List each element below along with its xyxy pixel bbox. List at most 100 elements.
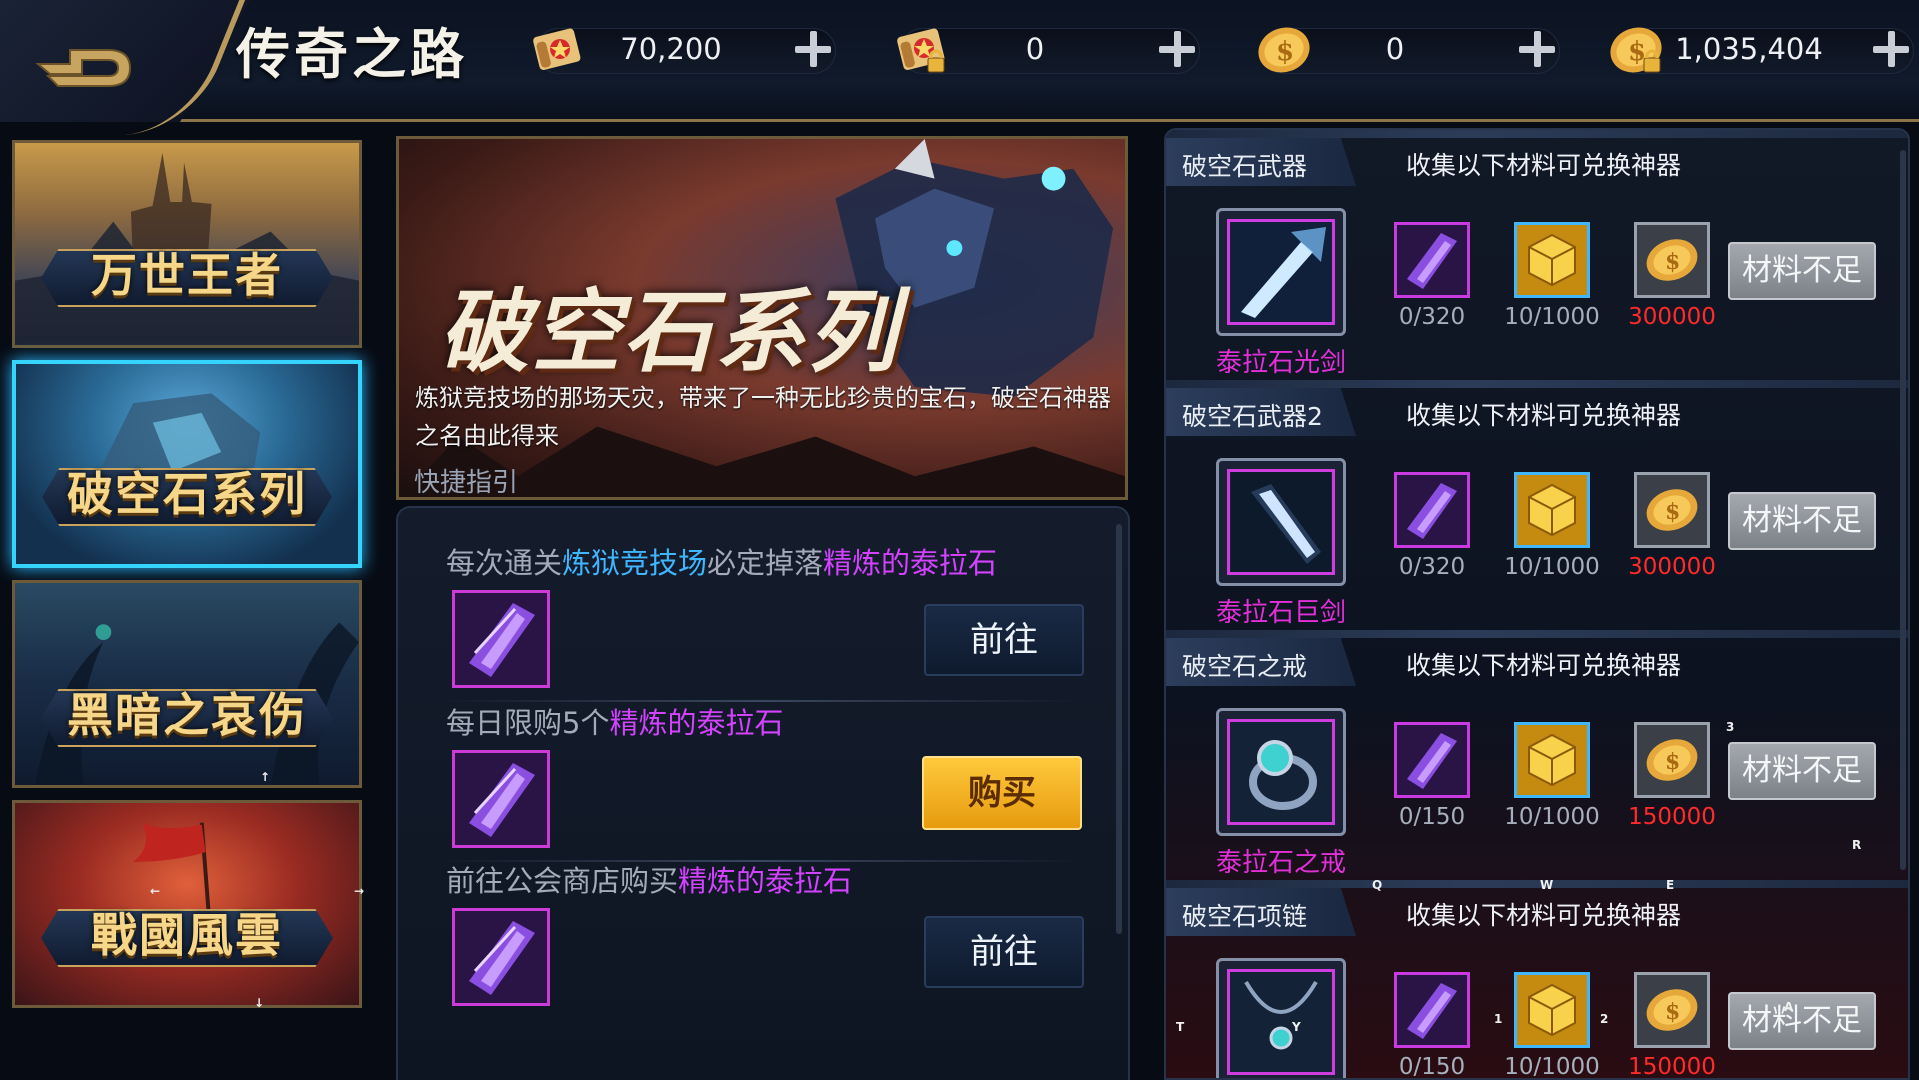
exchange-category-tab: 破空石武器2 (1166, 388, 1356, 436)
material-cost: 300000 (1628, 304, 1716, 330)
add-coin-button[interactable] (1512, 24, 1562, 74)
exchange-row: 破空石武器2 收集以下材料可兑换神器 泰拉石巨剑 0/320 10/1000 $… (1166, 380, 1908, 630)
reward-item[interactable] (1216, 958, 1346, 1078)
sidebar-item-label: 黑暗之哀伤 (67, 688, 307, 742)
svg-text:$: $ (1276, 37, 1294, 67)
material-crystal[interactable] (1394, 722, 1470, 798)
guide-scrollbar[interactable] (1116, 524, 1122, 934)
gold-cube-icon (1528, 483, 1576, 537)
exchange-category-tab: 破空石项链 (1166, 888, 1356, 936)
insufficient-materials-button[interactable]: 材料不足 (1728, 492, 1876, 550)
purple-crystal-icon (1407, 733, 1457, 789)
necklace-icon (1231, 972, 1331, 1072)
material-count: 10/1000 (1504, 1054, 1600, 1080)
material-frame (1394, 722, 1470, 798)
guide-item-name: 精炼的泰拉石 (678, 864, 853, 898)
material-frame (1394, 222, 1470, 298)
sidebar-item-label: 破空石系列 (67, 467, 307, 521)
svg-text:$: $ (1665, 499, 1680, 525)
sidebar-item-zhanguo[interactable]: 戰國風雲 (12, 800, 362, 1008)
reward-frame (1227, 219, 1335, 325)
key-hint: E (1666, 878, 1675, 892)
buy-button[interactable]: 购买 (922, 756, 1082, 830)
material-cube[interactable] (1514, 222, 1590, 298)
material-frame (1514, 722, 1590, 798)
reward-item[interactable] (1216, 708, 1346, 836)
red-locked-scroll-icon (897, 28, 945, 73)
quick-guide-label: 快捷指引 (414, 468, 519, 498)
key-hint: 2 (1600, 1012, 1609, 1026)
material-cost: 300000 (1628, 554, 1716, 580)
reward-frame (1227, 469, 1335, 575)
event-banner: 破空石系列 炼狱竞技场的那场天灾，带来了一种无比珍贵的宝石，破空石神器之名由此得… (396, 136, 1128, 500)
guide-link-arena: 炼狱竞技场 (562, 546, 708, 580)
purple-crystal-icon (1407, 983, 1457, 1039)
material-cost: 150000 (1628, 1054, 1716, 1080)
reward-item[interactable] (1216, 208, 1346, 336)
guide-text-part: 前往公会商店购买 (446, 864, 679, 898)
guide-text-part: 每日限购5个 (446, 706, 610, 740)
guide-text: 每日限购5个精炼的泰拉石 (446, 700, 783, 742)
material-frame: $ (1634, 972, 1710, 1048)
exchange-scrollbar[interactable] (1900, 150, 1906, 870)
material-coin[interactable]: $ (1634, 222, 1710, 298)
gold-cube-icon (1528, 983, 1576, 1037)
svg-text:$: $ (1665, 249, 1680, 275)
banner-title: 破空石系列 (439, 279, 899, 385)
terra-stone-item[interactable] (452, 908, 550, 1006)
light-sword-icon (1231, 222, 1331, 322)
material-count: 0/150 (1398, 1054, 1466, 1080)
material-coin[interactable]: $ (1634, 972, 1710, 1048)
exchange-hint: 收集以下材料可兑换神器 (1406, 901, 1682, 930)
key-hint: Q (1372, 878, 1383, 892)
reward-name: 泰拉石巨剑 (1215, 598, 1346, 628)
material-frame (1514, 972, 1590, 1048)
insufficient-materials-button[interactable]: 材料不足 (1728, 742, 1876, 800)
exchange-hint: 收集以下材料可兑换神器 (1406, 651, 1682, 680)
exchange-category: 破空石武器2 (1182, 402, 1323, 431)
key-hint: W (1540, 878, 1554, 892)
add-scroll-button[interactable] (788, 24, 838, 74)
resource-locked-scroll: 0 (890, 20, 1210, 80)
add-locked-coin-button[interactable] (1866, 24, 1916, 74)
material-crystal[interactable] (1394, 972, 1470, 1048)
exchange-category: 破空石项链 (1182, 902, 1308, 931)
material-crystal[interactable] (1394, 472, 1470, 548)
reward-name: 泰拉石之戒 (1215, 848, 1346, 878)
key-hint: T (1176, 1020, 1185, 1034)
key-hint: Y (1292, 1020, 1301, 1034)
material-frame: $ (1634, 472, 1710, 548)
material-frame (1514, 222, 1590, 298)
sidebar-item-wanshi[interactable]: 万世王者 (12, 140, 362, 348)
material-frame (1394, 472, 1470, 548)
sidebar-item-heian[interactable]: 黑暗之哀伤 (12, 580, 362, 788)
material-cube[interactable] (1514, 722, 1590, 798)
insufficient-materials-button[interactable]: 材料不足 (1728, 242, 1876, 300)
gold-coin-icon: $ (1646, 239, 1698, 281)
key-hint: 1 (1494, 1012, 1503, 1026)
material-count: 0/150 (1398, 804, 1466, 830)
goto-button[interactable]: 前往 (924, 916, 1084, 988)
material-crystal[interactable] (1394, 222, 1470, 298)
material-frame: $ (1634, 222, 1710, 298)
insufficient-materials-button[interactable]: 材料不足 (1728, 992, 1876, 1050)
sidebar-item-label: 万世王者 (91, 248, 283, 302)
top-bar: 传奇之路 70,200 0 $ 0 $ 1,035,404 (0, 0, 1919, 135)
banner-description: 炼狱竞技场的那场天灾，带来了一种无比珍贵的宝石，破空石神器之名由此得来 (415, 384, 1111, 450)
material-coin[interactable]: $ (1634, 722, 1710, 798)
material-cube[interactable] (1514, 472, 1590, 548)
reward-item[interactable] (1216, 458, 1346, 586)
material-count: 10/1000 (1504, 304, 1600, 330)
key-hint: ↑ (260, 770, 271, 784)
add-locked-scroll-button[interactable] (1152, 24, 1202, 74)
guide-item-name: 精炼的泰拉石 (609, 706, 784, 740)
exchange-category-tab: 破空石武器 (1166, 138, 1356, 186)
material-cube[interactable] (1514, 972, 1590, 1048)
sidebar-item-label: 戰國風雲 (91, 908, 283, 962)
goto-button[interactable]: 前往 (924, 604, 1084, 676)
sidebar-item-pokongshi[interactable]: 破空石系列 (12, 360, 362, 568)
back-arrow-icon[interactable] (30, 20, 140, 98)
material-coin[interactable]: $ (1634, 472, 1710, 548)
exchange-category-tab: 破空石之戒 (1166, 638, 1356, 686)
exchange-category: 破空石之戒 (1182, 652, 1308, 681)
